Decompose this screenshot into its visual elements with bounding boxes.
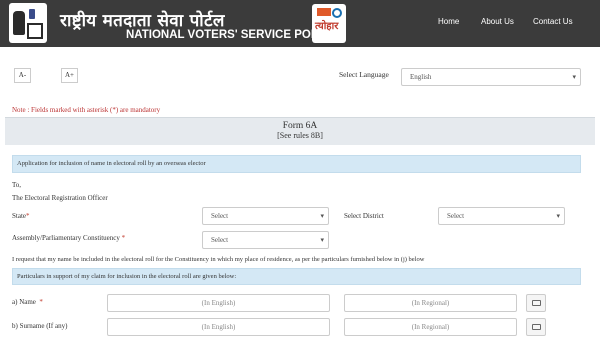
language-label: Select Language (339, 70, 389, 79)
assembly-label-text: Assembly/Parliamentary Constituency (12, 234, 120, 242)
name-english-input[interactable]: (In English) (107, 294, 330, 312)
nav-home-link[interactable]: Home (438, 17, 459, 26)
language-select-value: English (410, 73, 432, 81)
site-header: राष्ट्रीय मतदाता सेवा पोर्टल NATIONAL VO… (0, 0, 600, 47)
swirl-icon (332, 8, 342, 18)
flag-tag-icon (317, 8, 331, 16)
state-select[interactable]: Select ▾ (202, 207, 329, 225)
form-title: Form 6A (282, 121, 318, 131)
ballot-box-icon (27, 23, 43, 39)
required-asterisk: * (121, 234, 126, 242)
form-subtitle: [See rules 8B] (277, 131, 323, 140)
chevron-down-icon: ▾ (320, 236, 324, 244)
font-decrease-button[interactable]: A- (14, 68, 31, 83)
required-asterisk: * (26, 212, 30, 220)
portal-title-hindi: राष्ट्रीय मतदाता सेवा पोर्टल (60, 11, 225, 31)
voter-hand-ballot-logo[interactable] (9, 3, 47, 43)
virtual-keyboard-button[interactable] (526, 318, 546, 336)
surname-english-input[interactable]: (In English) (107, 318, 330, 336)
particulars-band: Particulars in support of my claim for i… (12, 268, 581, 285)
keyboard-icon (532, 324, 541, 330)
ink-mark-icon (29, 9, 35, 19)
surname-label: b) Surname (If any) (12, 322, 68, 330)
district-label: Select District (344, 212, 384, 220)
raised-hand-icon (13, 11, 25, 35)
election-festival-logo: त्योहार (312, 4, 346, 43)
keyboard-icon (532, 300, 541, 306)
state-label: State* (12, 212, 30, 220)
language-select[interactable]: English ▾ (401, 68, 581, 86)
chevron-down-icon: ▾ (572, 73, 576, 81)
form-title-panel: Form 6A [See rules 8B] (5, 117, 595, 145)
state-select-value: Select (211, 212, 229, 220)
district-select-value: Select (447, 212, 465, 220)
name-label-text: a) Name (12, 298, 36, 306)
mandatory-note: Note : Fields marked with asterisk (*) a… (12, 106, 161, 114)
chevron-down-icon: ▾ (320, 212, 324, 220)
chevron-down-icon: ▾ (556, 212, 560, 220)
name-regional-input[interactable]: (In Regional) (344, 294, 517, 312)
assembly-select-value: Select (211, 236, 229, 244)
festival-logo-text: त्योहार (315, 21, 339, 32)
nav-contact-link[interactable]: Contact Us (533, 17, 573, 26)
required-asterisk: * (39, 298, 43, 306)
state-label-text: State (12, 212, 26, 220)
application-band: Application for inclusion of name in ele… (12, 155, 581, 173)
assembly-label: Assembly/Parliamentary Constituency * (12, 234, 125, 242)
district-select[interactable]: Select ▾ (438, 207, 565, 225)
virtual-keyboard-button[interactable] (526, 294, 546, 312)
surname-regional-input[interactable]: (In Regional) (344, 318, 517, 336)
assembly-select[interactable]: Select ▾ (202, 231, 329, 249)
name-label: a) Name * (12, 298, 43, 306)
portal-title-english: NATIONAL VOTERS' SERVICE PORTAL (126, 29, 341, 41)
nav-about-link[interactable]: About Us (481, 17, 514, 26)
request-text: I request that my name be included in th… (12, 256, 425, 263)
to-label: To, (12, 181, 22, 189)
font-increase-button[interactable]: A+ (61, 68, 78, 83)
recipient-text: The Electoral Registration Officer (12, 194, 108, 202)
